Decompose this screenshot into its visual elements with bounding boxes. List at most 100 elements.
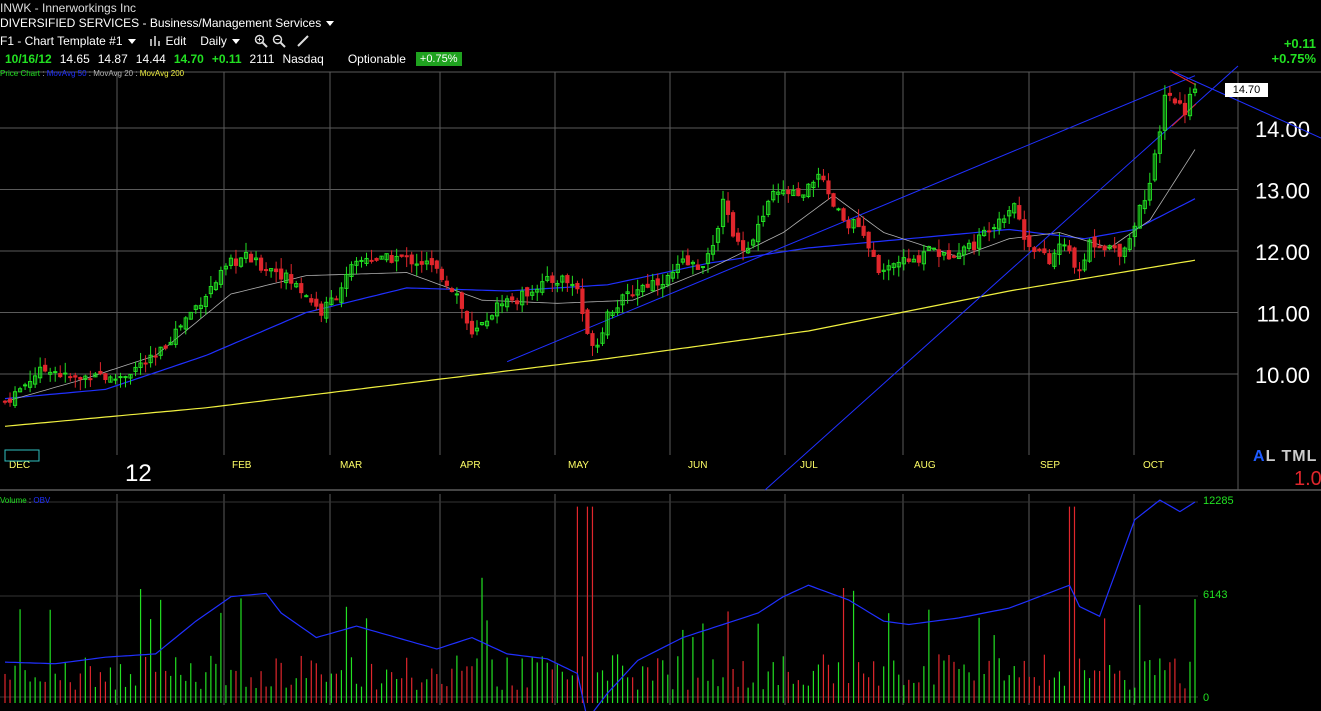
candle-body: [309, 298, 314, 303]
candle-body: [454, 293, 459, 296]
candle-body: [43, 364, 48, 372]
candle-body: [459, 292, 465, 309]
candle-body: [871, 249, 876, 257]
candle-body: [971, 241, 977, 251]
candle-body: [580, 288, 585, 314]
candle-body: [786, 189, 791, 195]
candle-body: [987, 230, 992, 233]
volume-legend: Volume : OBV: [0, 496, 51, 505]
candle-body: [7, 398, 13, 403]
candle-body: [630, 294, 635, 297]
candle-body: [469, 320, 475, 335]
candle-body: [695, 264, 701, 270]
candle-body: [263, 269, 269, 272]
candle-body: [1167, 92, 1172, 96]
candle-body: [730, 212, 736, 237]
legend-ma50: MovAvg 50: [46, 69, 87, 78]
logo-text: L TML: [1265, 448, 1318, 465]
candle-body: [419, 261, 424, 265]
candle-body: [1042, 248, 1047, 254]
candle-body: [1092, 236, 1097, 248]
candle-body: [866, 231, 871, 249]
month-label: MAR: [340, 460, 362, 471]
candle-body: [439, 268, 444, 280]
candle-body: [68, 376, 73, 379]
candle-body: [334, 298, 339, 301]
candle-body: [1077, 269, 1082, 272]
candle-body: [444, 280, 449, 286]
logo-version: 1.0: [1294, 468, 1321, 490]
candle-body: [1117, 243, 1122, 257]
y-tick-label: 11.00: [1257, 302, 1310, 327]
y-tick-label: 12.00: [1255, 240, 1310, 265]
trendline-up: [506, 75, 1196, 363]
year-label: 12: [125, 460, 152, 487]
volume-tick-label: 12285: [1203, 495, 1234, 507]
candle-body: [409, 254, 414, 265]
candle-body: [510, 296, 515, 301]
candle-body: [1062, 244, 1067, 247]
app-logo: AL TML: [1253, 448, 1317, 466]
candle-body: [515, 300, 520, 305]
candle-body: [565, 275, 570, 284]
candle-body: [725, 200, 731, 215]
legend-price-chart: Price Chart: [0, 69, 41, 78]
candle-body: [464, 311, 470, 324]
candle-body: [53, 371, 58, 374]
month-label: JUL: [800, 460, 818, 471]
candle-body: [700, 266, 706, 269]
month-label: SEP: [1040, 460, 1060, 471]
candle-body: [585, 309, 590, 334]
y-tick-label: 13.00: [1255, 179, 1310, 204]
price-volume-chart[interactable]: 14.0013.0012.0011.0010.001228561430DEC FE…: [0, 0, 1321, 711]
candle-body: [931, 247, 937, 250]
candle-body: [916, 255, 921, 263]
candle-body: [2, 400, 8, 403]
candle-body: [98, 370, 103, 375]
candle-body: [1177, 100, 1183, 104]
candle-body: [78, 377, 83, 380]
candle-body: [153, 355, 158, 358]
month-label: MAY: [568, 460, 589, 471]
candle-body: [1112, 245, 1117, 249]
candle-body: [399, 254, 404, 257]
candle-body: [299, 283, 304, 294]
candle-body: [876, 254, 881, 274]
candle-body: [374, 257, 379, 261]
candle-body: [1022, 219, 1027, 240]
candle-body: [796, 188, 801, 197]
logo-letter-a: A: [1253, 448, 1266, 465]
month-label: AUG: [914, 460, 936, 471]
candle-body: [525, 287, 530, 297]
month-label: APR: [460, 460, 481, 471]
candle-body: [359, 259, 364, 262]
candle-body: [369, 259, 374, 262]
candle-body: [289, 274, 294, 284]
month-label: FEB: [232, 460, 252, 471]
candle-body: [856, 217, 861, 228]
legend-obv: OBV: [33, 496, 51, 505]
candle-body: [1072, 247, 1077, 268]
candle-body: [103, 373, 108, 381]
candle-body: [1172, 98, 1178, 104]
candle-body: [590, 333, 595, 346]
candle-body: [1102, 245, 1107, 251]
candle-body: [304, 295, 309, 298]
candle-body: [1027, 235, 1032, 248]
candle-body: [685, 255, 690, 266]
candle-body: [826, 180, 831, 195]
candle-body: [233, 258, 239, 266]
candle-body: [143, 362, 148, 365]
candle-body: [88, 378, 93, 381]
ma50-line: [4, 198, 1196, 400]
candle-body: [1032, 247, 1037, 252]
price-legend: Price Chart : MovAvg 50 : MovAvg 20 : Mo…: [0, 69, 185, 78]
candle-body: [58, 373, 63, 378]
candle-body: [429, 258, 434, 266]
candle-body: [861, 225, 866, 236]
candle-body: [951, 255, 957, 258]
candle-body: [741, 240, 746, 251]
trendline-up-extended: [764, 65, 1239, 491]
candle-body: [836, 208, 841, 211]
candle-body: [992, 227, 997, 230]
